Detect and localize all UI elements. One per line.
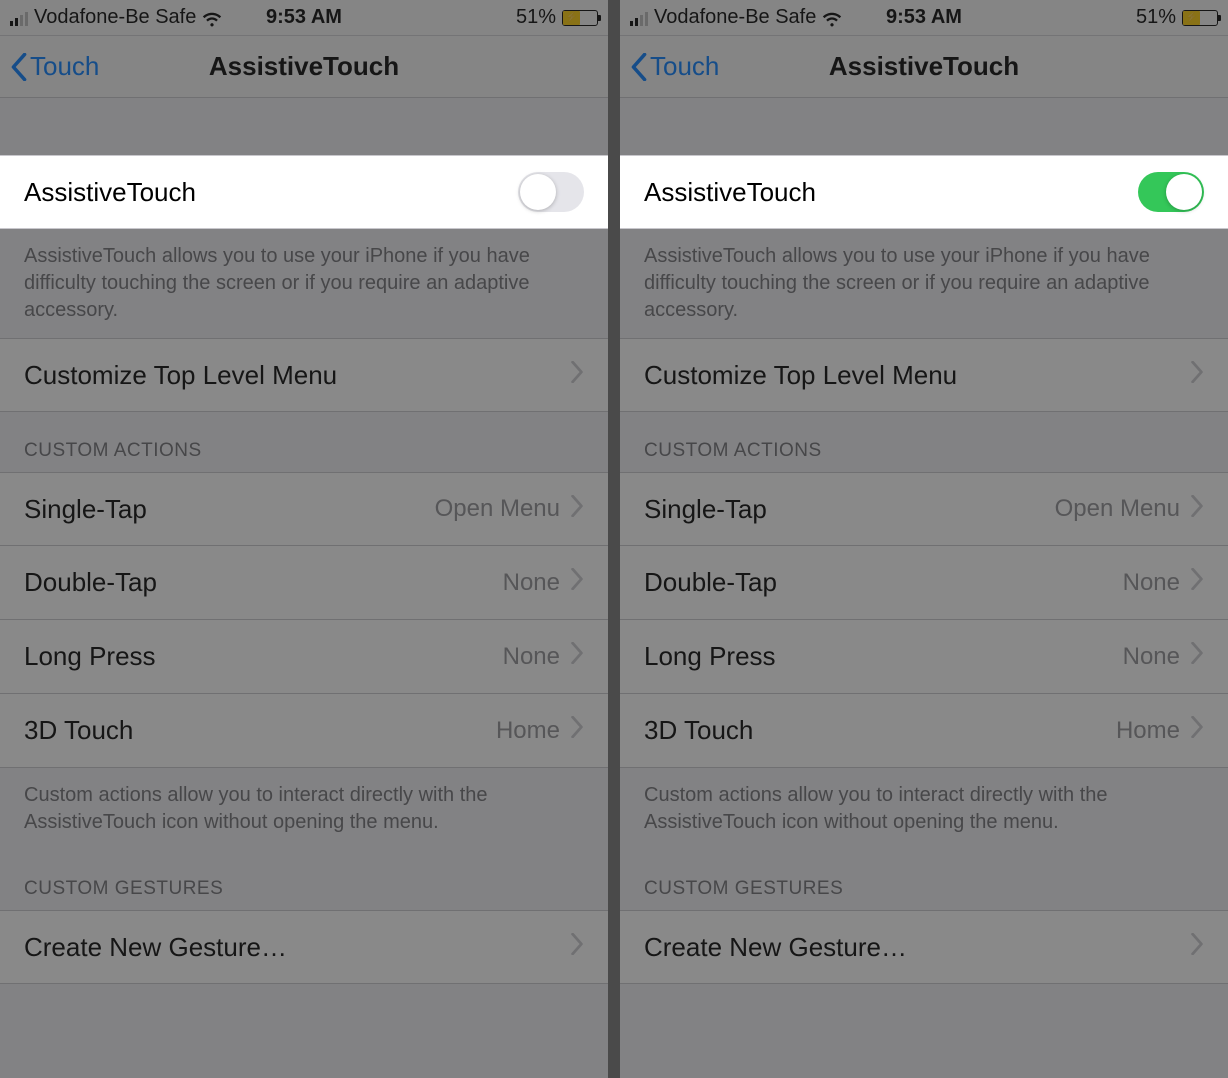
custom-gestures-header: CUSTOM GESTURES <box>620 850 1228 910</box>
nav-bar: Touch AssistiveTouch <box>620 36 1228 98</box>
left-pane: Vodafone-Be Safe 9:53 AM 51% ⚡ Touch Ass… <box>0 0 608 1078</box>
3d-touch-label: 3D Touch <box>644 715 1116 746</box>
assistivetouch-description: AssistiveTouch allows you to use your iP… <box>620 229 1228 338</box>
double-tap-label: Double-Tap <box>24 567 503 598</box>
right-pane: Vodafone-Be Safe 9:53 AM 51% ⚡ Touch Ass… <box>620 0 1228 1078</box>
create-new-gesture-label: Create New Gesture… <box>24 932 570 963</box>
custom-gestures-header: CUSTOM GESTURES <box>0 850 608 910</box>
long-press-value: None <box>1123 643 1180 671</box>
single-tap-row[interactable]: Single-Tap Open Menu <box>620 472 1228 546</box>
customize-row-label: Customize Top Level Menu <box>24 360 570 391</box>
assistivetouch-toggle-off[interactable] <box>518 172 584 212</box>
chevron-right-icon <box>1190 495 1204 524</box>
chevron-right-icon <box>1190 568 1204 597</box>
customize-top-level-menu-row[interactable]: Customize Top Level Menu <box>0 338 608 412</box>
custom-actions-header: CUSTOM ACTIONS <box>620 412 1228 472</box>
back-button-label: Touch <box>30 51 99 82</box>
long-press-label: Long Press <box>644 641 1123 672</box>
custom-actions-footer: Custom actions allow you to interact dir… <box>620 768 1228 850</box>
status-bar: Vodafone-Be Safe 9:53 AM 51% ⚡ <box>0 0 608 36</box>
chevron-right-icon <box>1190 361 1204 390</box>
assistivetouch-toggle-row[interactable]: AssistiveTouch <box>620 155 1228 229</box>
chevron-right-icon <box>570 716 584 745</box>
chevron-right-icon <box>570 933 584 962</box>
3d-touch-label: 3D Touch <box>24 715 496 746</box>
customize-top-level-menu-row[interactable]: Customize Top Level Menu <box>620 338 1228 412</box>
battery-icon: ⚡ <box>562 10 598 26</box>
chevron-right-icon <box>570 568 584 597</box>
status-bar: Vodafone-Be Safe 9:53 AM 51% ⚡ <box>620 0 1228 36</box>
create-new-gesture-row[interactable]: Create New Gesture… <box>620 910 1228 984</box>
chevron-right-icon <box>570 642 584 671</box>
toggle-row-label: AssistiveTouch <box>24 177 518 208</box>
battery-percent-label: 51% <box>1136 6 1176 29</box>
double-tap-value: None <box>503 569 560 597</box>
double-tap-label: Double-Tap <box>644 567 1123 598</box>
cellular-signal-icon <box>630 10 648 26</box>
toggle-row-label: AssistiveTouch <box>644 177 1138 208</box>
double-tap-value: None <box>1123 569 1180 597</box>
back-button[interactable]: Touch <box>10 51 99 82</box>
3d-touch-value: Home <box>1116 717 1180 745</box>
status-time: 9:53 AM <box>886 6 962 29</box>
chevron-right-icon <box>570 495 584 524</box>
page-title: AssistiveTouch <box>829 51 1019 82</box>
single-tap-value: Open Menu <box>435 495 560 523</box>
long-press-value: None <box>503 643 560 671</box>
status-time: 9:53 AM <box>266 6 342 29</box>
chevron-right-icon <box>1190 716 1204 745</box>
chevron-left-icon <box>630 53 648 81</box>
long-press-row[interactable]: Long Press None <box>620 620 1228 694</box>
back-button-label: Touch <box>650 51 719 82</box>
custom-actions-footer: Custom actions allow you to interact dir… <box>0 768 608 850</box>
battery-icon: ⚡ <box>1182 10 1218 26</box>
wifi-icon <box>202 10 222 26</box>
long-press-row[interactable]: Long Press None <box>0 620 608 694</box>
carrier-label: Vodafone-Be Safe <box>34 6 196 29</box>
long-press-label: Long Press <box>24 641 503 672</box>
custom-actions-header: CUSTOM ACTIONS <box>0 412 608 472</box>
3d-touch-row[interactable]: 3D Touch Home <box>0 694 608 768</box>
assistivetouch-toggle-on[interactable] <box>1138 172 1204 212</box>
3d-touch-row[interactable]: 3D Touch Home <box>620 694 1228 768</box>
nav-bar: Touch AssistiveTouch <box>0 36 608 98</box>
chevron-right-icon <box>1190 933 1204 962</box>
back-button[interactable]: Touch <box>630 51 719 82</box>
assistivetouch-description: AssistiveTouch allows you to use your iP… <box>0 229 608 338</box>
wifi-icon <box>822 10 842 26</box>
assistivetouch-toggle-row[interactable]: AssistiveTouch <box>0 155 608 229</box>
single-tap-value: Open Menu <box>1055 495 1180 523</box>
chevron-right-icon <box>570 361 584 390</box>
3d-touch-value: Home <box>496 717 560 745</box>
chevron-right-icon <box>1190 642 1204 671</box>
single-tap-label: Single-Tap <box>644 494 1055 525</box>
page-title: AssistiveTouch <box>209 51 399 82</box>
create-new-gesture-label: Create New Gesture… <box>644 932 1190 963</box>
chevron-left-icon <box>10 53 28 81</box>
double-tap-row[interactable]: Double-Tap None <box>0 546 608 620</box>
single-tap-label: Single-Tap <box>24 494 435 525</box>
battery-percent-label: 51% <box>516 6 556 29</box>
single-tap-row[interactable]: Single-Tap Open Menu <box>0 472 608 546</box>
create-new-gesture-row[interactable]: Create New Gesture… <box>0 910 608 984</box>
double-tap-row[interactable]: Double-Tap None <box>620 546 1228 620</box>
carrier-label: Vodafone-Be Safe <box>654 6 816 29</box>
customize-row-label: Customize Top Level Menu <box>644 360 1190 391</box>
cellular-signal-icon <box>10 10 28 26</box>
